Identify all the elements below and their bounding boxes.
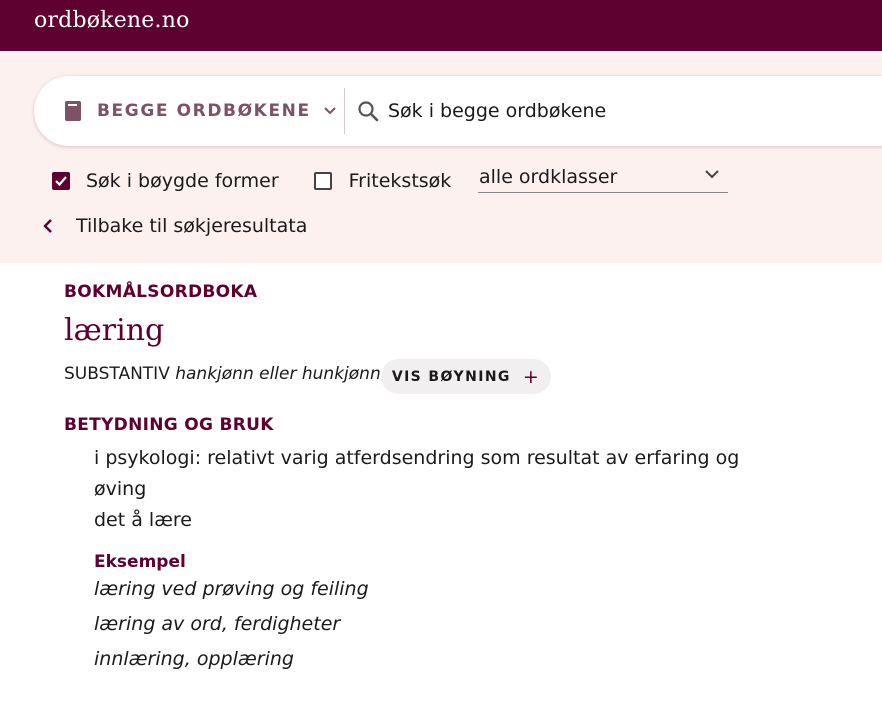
search-area: BEGGE ORDBØKENE Søk i bøygde former Frit…: [0, 51, 882, 263]
back-to-results-label: Tilbake til søkjeresultata: [76, 215, 308, 237]
example-item: læring ved prøving og feiling: [94, 578, 369, 600]
show-inflection-button[interactable]: VIS BØYNING +: [381, 359, 551, 394]
example-heading: Eksempel: [94, 552, 186, 572]
dictionary-name: BOKMÅLSORDBOKA: [64, 282, 258, 302]
word-class-value: alle ordklasser: [479, 166, 618, 188]
inflected-forms-label[interactable]: Søk i bøygde former: [86, 170, 279, 192]
chevron-left-icon: [43, 219, 52, 233]
part-of-speech: SUBSTANTIV: [64, 364, 170, 384]
definition-item: det å lære: [94, 509, 192, 531]
show-inflection-label: VIS BØYNING: [391, 368, 511, 385]
example-item: læring av ord, ferdigheter: [94, 613, 341, 635]
chevron-down-icon: [323, 107, 336, 115]
word-class-select[interactable]: alle ordklasser: [478, 159, 728, 193]
section-heading: BETYDNING OG BRUK: [64, 415, 274, 435]
top-bar: ordbøkene.no: [0, 0, 882, 51]
site-logo[interactable]: ordbøkene.no: [34, 8, 190, 33]
dictionary-selector-label: BEGGE ORDBØKENE: [97, 101, 311, 121]
search-filters: Søk i bøygde former Fritekstsøk: [52, 166, 451, 196]
search-divider: [344, 88, 345, 134]
definition-item: i psykologi: relativt varig atferdsendri…: [94, 447, 740, 500]
word-class-info: SUBSTANTIV hankjønn eller hunkjønn: [64, 364, 381, 384]
checkmark-icon: [55, 176, 67, 187]
fulltext-checkbox[interactable]: [313, 172, 332, 190]
plus-icon: +: [522, 365, 541, 388]
chevron-down-icon: [705, 170, 719, 179]
inflected-forms-checkbox[interactable]: [52, 172, 70, 190]
book-icon: [65, 101, 81, 121]
example-item: innlæring, opplæring: [94, 648, 294, 670]
search-icon: [358, 101, 379, 122]
back-to-results-link[interactable]: Tilbake til søkjeresultata: [42, 211, 307, 241]
dictionary-selector[interactable]: BEGGE ORDBØKENE: [65, 76, 337, 146]
fulltext-label[interactable]: Fritekstsøk: [349, 170, 452, 192]
search-input[interactable]: [388, 94, 868, 128]
search-bar: BEGGE ORDBØKENE: [34, 76, 882, 146]
gender: hankjønn eller hunkjønn: [175, 364, 381, 384]
headword: læring: [64, 313, 165, 348]
